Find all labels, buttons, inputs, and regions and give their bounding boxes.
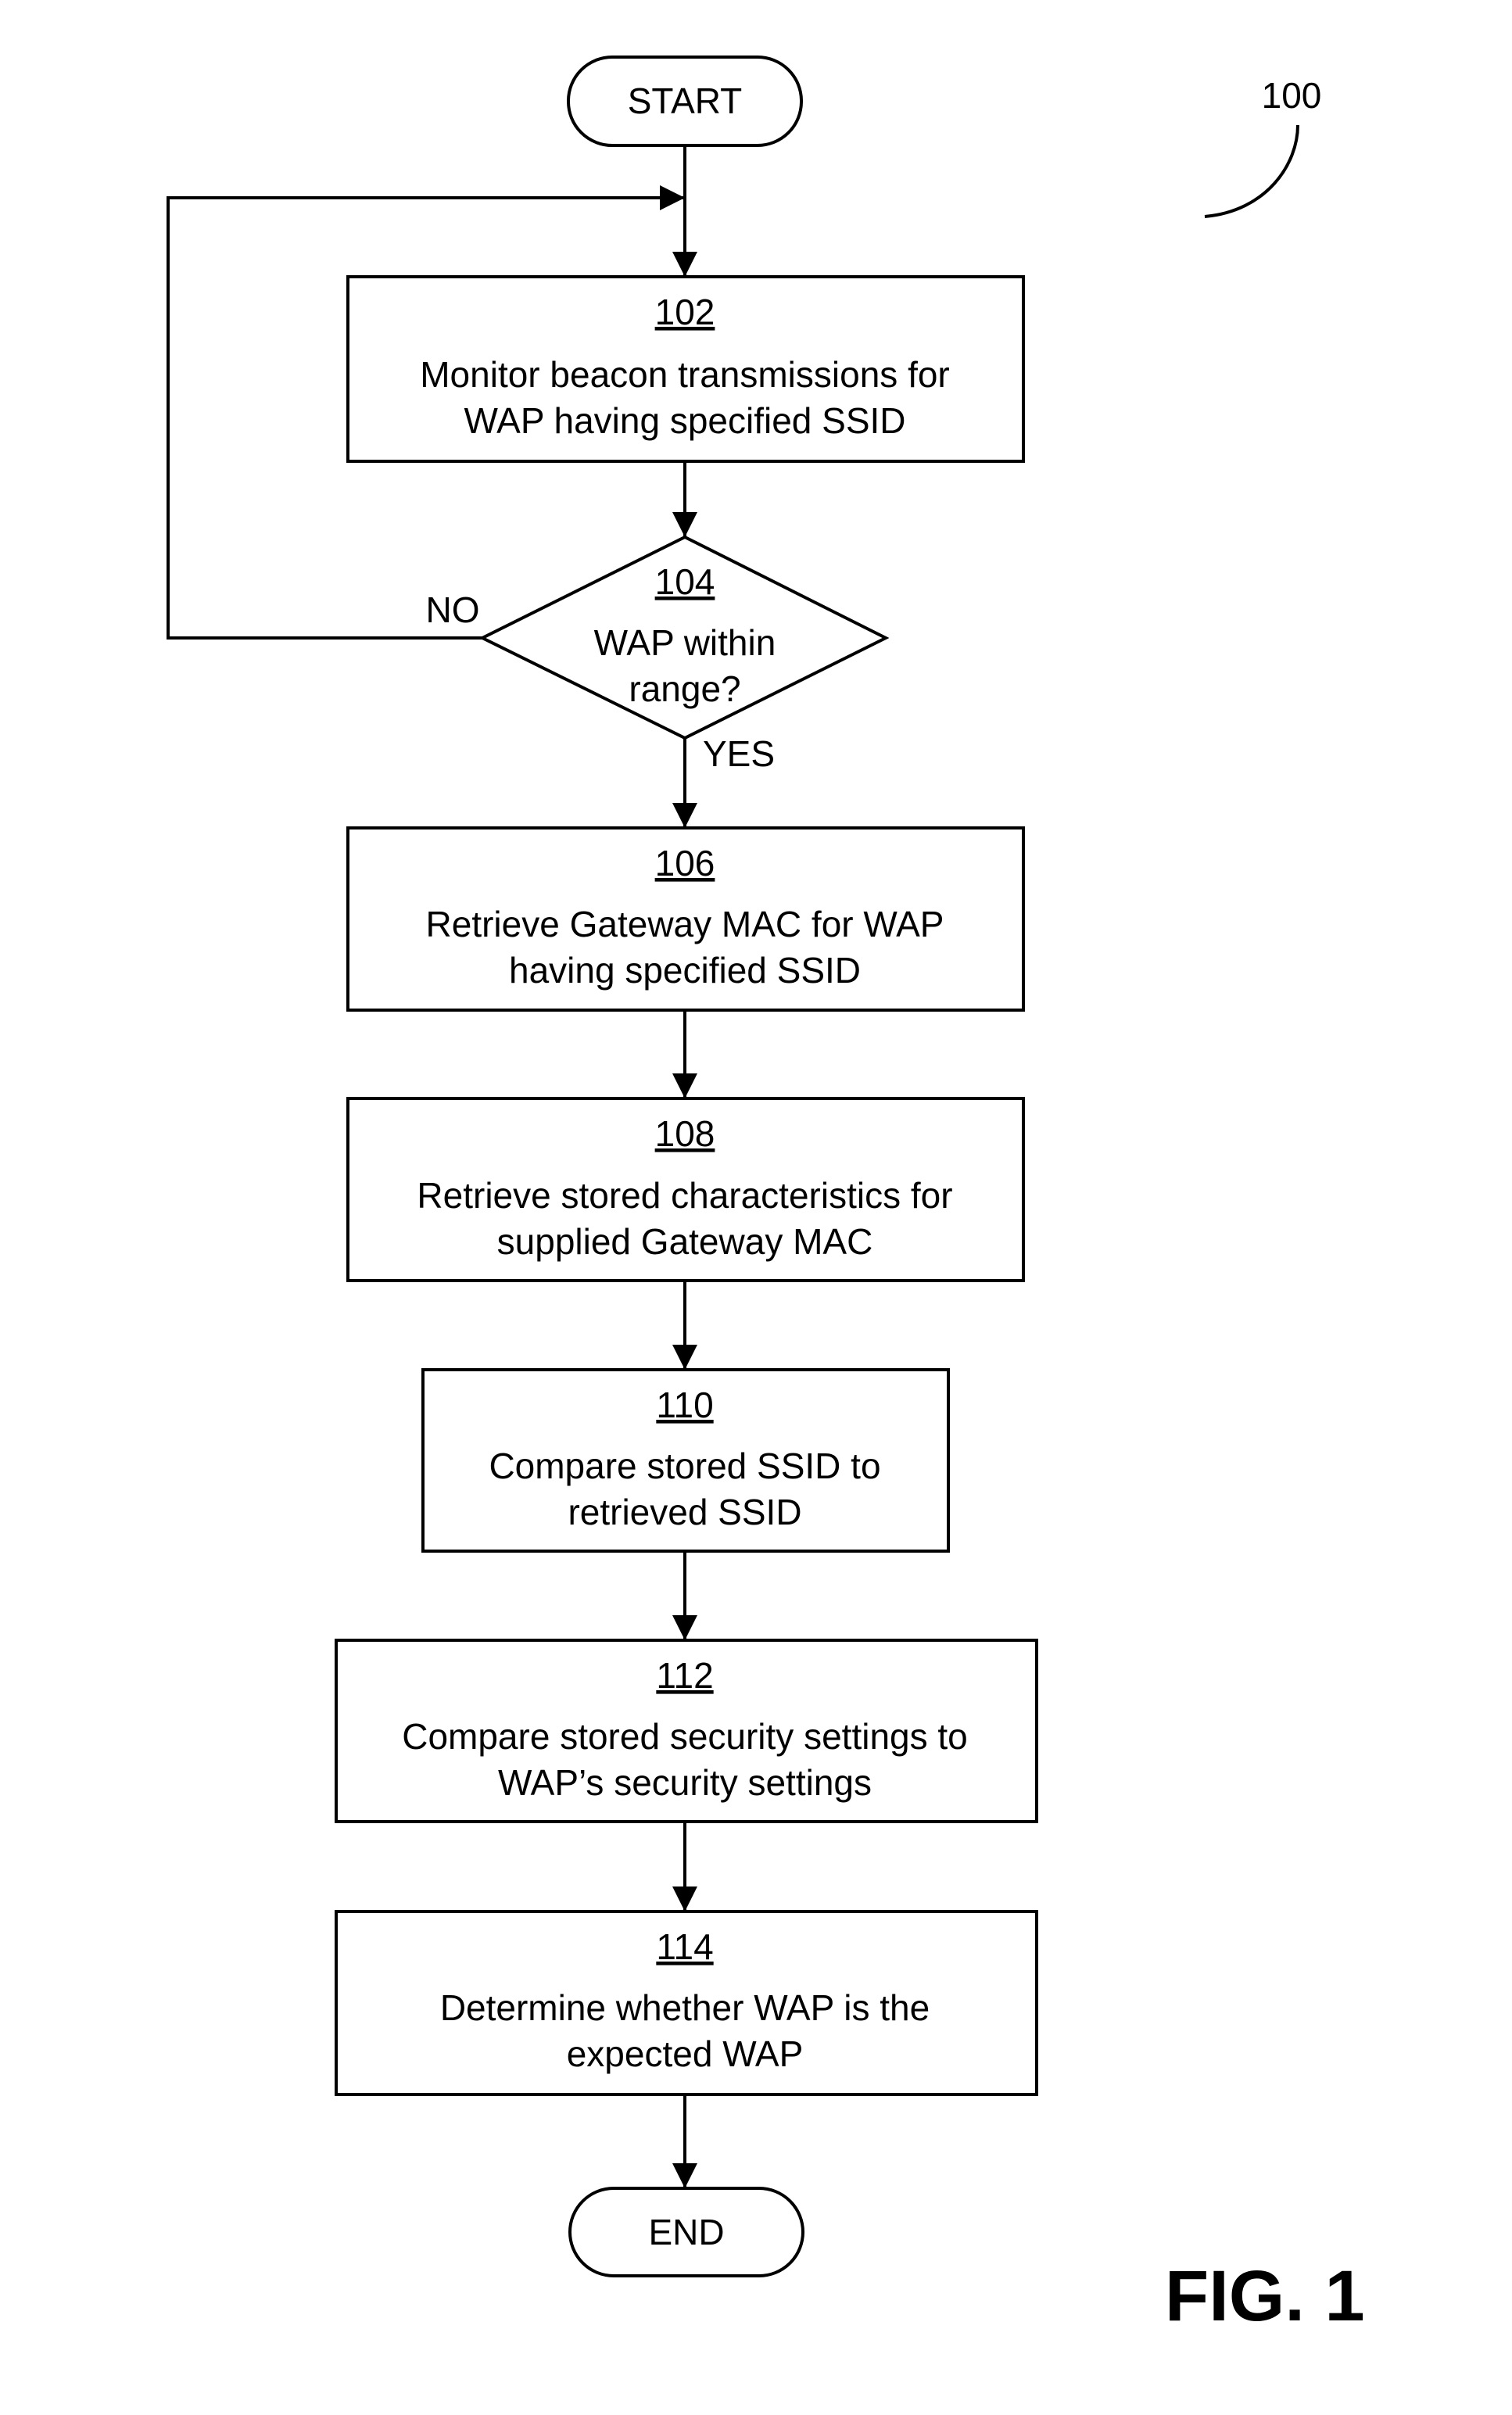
- step-number: 106: [655, 843, 715, 883]
- end-label: END: [648, 2212, 724, 2252]
- step-number: 110: [656, 1385, 713, 1425]
- decision-number: 104: [655, 561, 715, 602]
- step-108-box: 108 Retrieve stored characteristics for …: [346, 1097, 1025, 1282]
- step-text-line: having specified SSID: [509, 950, 861, 991]
- figure-label: FIG. 1: [1165, 2256, 1365, 2336]
- step-text-line: retrieved SSID: [568, 1492, 801, 1532]
- no-branch-label: NO: [426, 589, 480, 630]
- step-110-box: 110 Compare stored SSID to retrieved SSI…: [421, 1368, 950, 1553]
- step-number: 102: [655, 292, 715, 332]
- step-text-line: expected WAP: [567, 2033, 804, 2074]
- step-text-line: Retrieve stored characteristics for: [417, 1175, 952, 1216]
- decision-104-diamond: 104 WAP within range?: [478, 535, 890, 740]
- yes-branch-label: YES: [703, 733, 775, 774]
- step-text-line: Determine whether WAP is the: [440, 1987, 930, 2028]
- step-text-line: Compare stored security settings to: [402, 1716, 968, 1757]
- start-terminal: START: [567, 56, 803, 147]
- reference-number-100: 100: [1204, 75, 1322, 218]
- step-text-line: supplied Gateway MAC: [497, 1221, 873, 1262]
- step-text-line: Compare stored SSID to: [489, 1446, 880, 1486]
- step-106-box: 106 Retrieve Gateway MAC for WAP having …: [346, 826, 1025, 1012]
- step-102-box: 102 Monitor beacon transmissions for WAP…: [346, 275, 1025, 463]
- step-text-line: Retrieve Gateway MAC for WAP: [426, 904, 944, 944]
- reference-number-label: 100: [1262, 75, 1322, 116]
- step-number: 114: [656, 1926, 713, 1967]
- decision-text-line: WAP within: [594, 622, 776, 663]
- end-terminal: END: [568, 2187, 804, 2277]
- step-text-line: WAP’s security settings: [498, 1762, 872, 1803]
- step-text-line: Monitor beacon transmissions for: [420, 354, 950, 395]
- step-114-box: 114 Determine whether WAP is the expecte…: [335, 1910, 1038, 2096]
- flowchart: START 100 102 Monitor beacon transmissio…: [167, 56, 1365, 2336]
- step-text-line: WAP having specified SSID: [464, 400, 905, 441]
- step-number: 108: [655, 1113, 715, 1154]
- step-number: 112: [656, 1655, 713, 1696]
- step-112-box: 112 Compare stored security settings to …: [335, 1639, 1038, 1823]
- start-label: START: [628, 81, 743, 121]
- reference-leader-line: [1204, 124, 1299, 218]
- decision-text-line: range?: [629, 668, 740, 709]
